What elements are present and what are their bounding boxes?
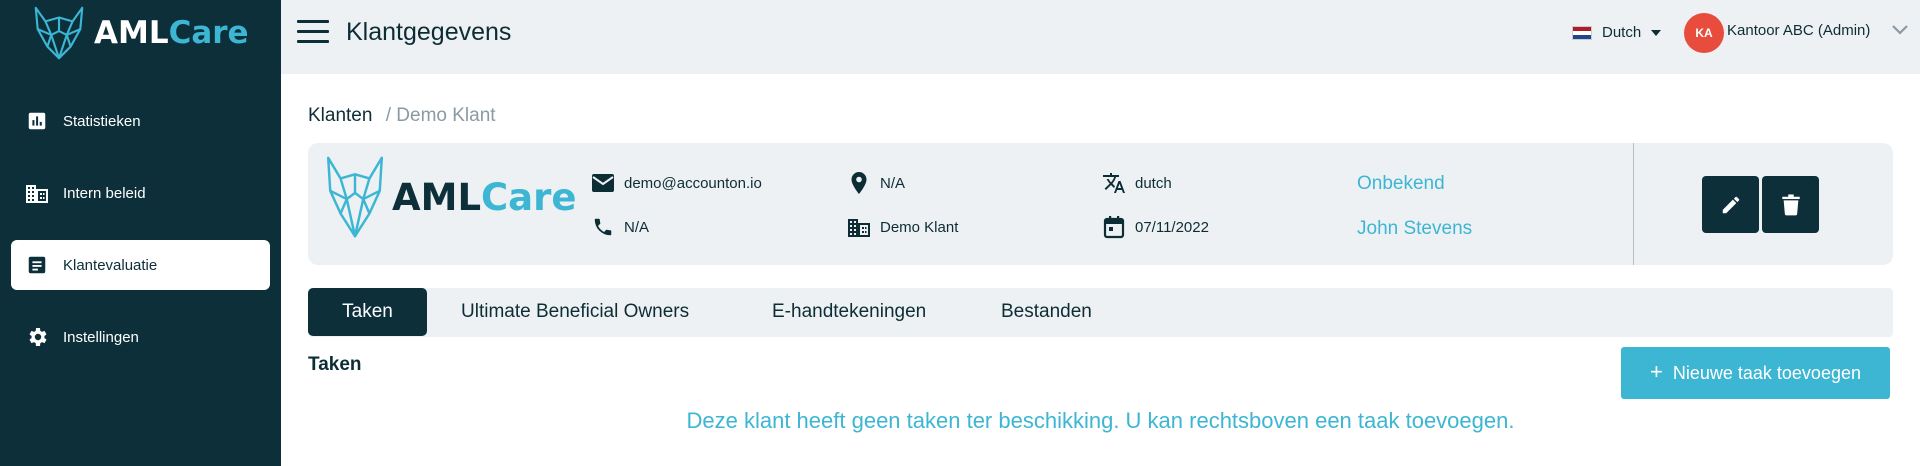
company-value: Demo Klant	[880, 218, 959, 236]
top-bar: Klantgegevens Dutch KA Kantoor ABC (Admi…	[281, 0, 1920, 74]
add-task-button[interactable]: + Nieuwe taak toevoegen	[1621, 347, 1890, 399]
sidebar: AMLCare Statistieken Intern beleid Klant…	[0, 0, 281, 466]
document-icon	[25, 253, 49, 277]
client-logo: AMLCare	[322, 153, 577, 241]
bar-chart-icon	[25, 109, 49, 133]
client-language: dutch	[1101, 170, 1172, 196]
brand-name: AMLCare	[94, 15, 249, 51]
date-value: 07/11/2022	[1135, 218, 1209, 236]
location-value: N/A	[880, 174, 906, 192]
client-company: Demo Klant	[846, 214, 958, 240]
tab-e-handtekeningen[interactable]: E-handtekeningen	[772, 288, 926, 336]
trash-icon	[1781, 193, 1800, 215]
edit-button[interactable]	[1702, 176, 1759, 233]
caret-down-icon	[1651, 29, 1662, 36]
client-tabs: Taken Ultimate Beneficial Owners E-handt…	[308, 288, 1893, 337]
breadcrumb-current: Demo Klant	[396, 105, 496, 126]
calendar-icon	[1101, 214, 1127, 240]
empty-tasks-message: Deze klant heeft geen taken ter beschikk…	[686, 408, 1515, 433]
breadcrumb: Klanten / Demo Klant	[308, 105, 496, 127]
client-phone: N/A	[590, 214, 649, 240]
add-task-label: Nieuwe taak toevoegen	[1672, 362, 1861, 383]
pencil-icon	[1722, 196, 1739, 213]
language-selector[interactable]: Dutch	[1572, 24, 1662, 41]
email-icon	[590, 170, 616, 196]
delete-button[interactable]	[1762, 176, 1819, 233]
sidebar-item-klantevaluatie[interactable]: Klantevaluatie	[11, 240, 270, 290]
menu-icon[interactable]	[297, 20, 329, 44]
app-logo[interactable]: AMLCare	[28, 2, 249, 64]
sidebar-item-label: Statistieken	[63, 112, 141, 130]
client-info-card: AMLCare demo@accounton.io N/A N/A Demo K…	[308, 143, 1893, 265]
building-icon	[846, 214, 872, 240]
location-pin-icon	[846, 170, 872, 196]
page-title: Klantgegevens	[346, 18, 512, 46]
section-title: Taken	[308, 354, 362, 375]
chevron-down-icon[interactable]	[1890, 22, 1910, 38]
email-value: demo@accounton.io	[624, 174, 762, 192]
netherlands-flag-icon	[1572, 25, 1592, 40]
card-divider	[1633, 143, 1634, 265]
gear-icon	[25, 325, 49, 349]
risk-status-link[interactable]: Onbekend	[1357, 173, 1445, 195]
language-value: dutch	[1135, 174, 1172, 192]
plus-icon: +	[1650, 358, 1663, 384]
sidebar-item-label: Instellingen	[63, 328, 139, 346]
phone-value: N/A	[624, 218, 650, 236]
building-icon	[25, 181, 49, 205]
tab-bestanden[interactable]: Bestanden	[1001, 288, 1092, 336]
phone-icon	[590, 214, 616, 240]
breadcrumb-separator: /	[385, 105, 392, 126]
tab-taken[interactable]: Taken	[308, 288, 427, 336]
client-location: N/A	[846, 170, 905, 196]
contact-person-link[interactable]: John Stevens	[1357, 218, 1472, 240]
breadcrumb-klanten-link[interactable]: Klanten	[308, 105, 372, 126]
fox-logo-icon	[34, 6, 84, 60]
sidebar-item-label: Klantevaluatie	[63, 256, 158, 274]
account-name[interactable]: Kantoor ABC (Admin)	[1727, 22, 1870, 39]
sidebar-item-intern-beleid[interactable]: Intern beleid	[11, 168, 270, 218]
sidebar-item-instellingen[interactable]: Instellingen	[11, 312, 270, 362]
sidebar-item-statistieken[interactable]: Statistieken	[11, 96, 270, 146]
client-date: 07/11/2022	[1101, 214, 1209, 240]
language-label: Dutch	[1602, 24, 1642, 41]
client-email: demo@accounton.io	[590, 170, 762, 196]
fox-logo-icon	[326, 156, 384, 238]
client-logo-text: AMLCare	[392, 175, 577, 219]
avatar[interactable]: KA	[1684, 13, 1724, 53]
tab-ultimate-beneficial-owners[interactable]: Ultimate Beneficial Owners	[461, 288, 689, 336]
sidebar-item-label: Intern beleid	[63, 184, 146, 202]
translate-icon	[1101, 170, 1127, 196]
